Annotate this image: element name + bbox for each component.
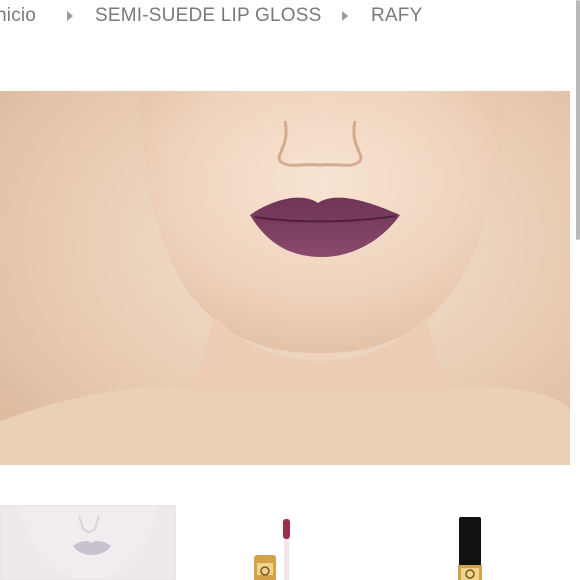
breadcrumb-home-link[interactable]: nicio: [0, 5, 36, 27]
chevron-right-icon: [67, 11, 73, 21]
breadcrumb-product-link[interactable]: SEMI-SUEDE LIP GLOSS: [95, 5, 321, 27]
lip-gloss-tube-icon: [458, 517, 482, 580]
model-face-illustration: [0, 91, 570, 465]
thumbnail-closed-tube[interactable]: [420, 505, 520, 580]
scrollbar[interactable]: [576, 0, 580, 240]
thumbnail-open-applicator[interactable]: [232, 505, 342, 580]
model-thumbnail-image: [1, 506, 175, 579]
breadcrumb: nicio SEMI-SUEDE LIP GLOSS RAFY: [0, 0, 580, 34]
breadcrumb-current-item: RAFY: [371, 5, 423, 26]
product-main-image[interactable]: [0, 91, 570, 465]
lip-gloss-wand-icon: [254, 519, 290, 580]
thumbnail-model[interactable]: [0, 505, 176, 580]
chevron-right-icon: [342, 11, 348, 21]
